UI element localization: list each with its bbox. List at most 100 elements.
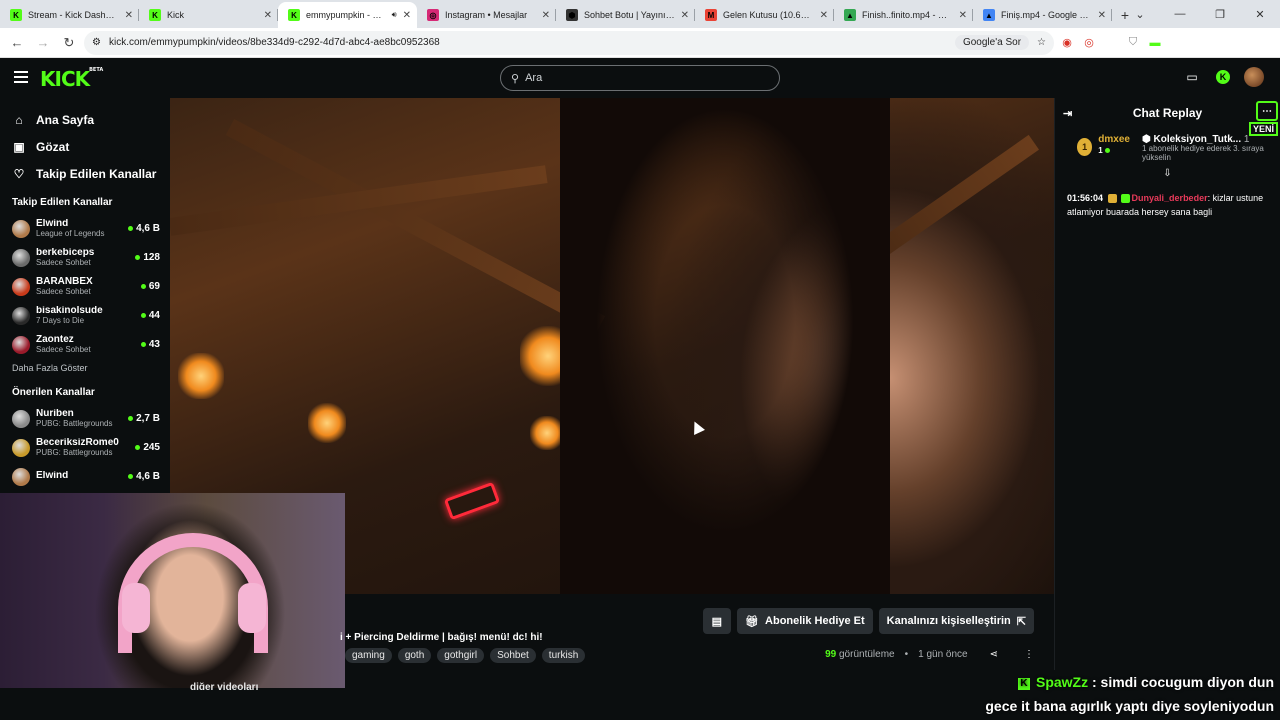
share-icon[interactable]: ⋖ [990, 649, 998, 660]
browser-tab[interactable]: K Stream - Kick Dashboard ✕ [0, 2, 139, 28]
collapse-chat-icon[interactable]: ⇥ [1063, 107, 1072, 120]
video-tag[interactable]: gaming [345, 648, 392, 663]
channel-name: Elwind [36, 471, 69, 482]
live-dot-icon [135, 445, 141, 450]
browser-tab[interactable]: ⬢ Sohbet Botu | Yayınını gü ✕ [556, 2, 695, 28]
tab-favicon-icon: K [288, 9, 300, 21]
view-count: 99 görüntüleme [825, 649, 895, 660]
dot-separator: • [904, 649, 909, 660]
tab-search-icon[interactable]: ⌄ [1120, 0, 1160, 28]
tab-title: Sohbet Botu | Yayınını gü [584, 10, 675, 20]
channel-item[interactable]: Elwind League of Legends 4,6 B [0, 214, 170, 243]
tab-favicon-icon: ⬢ [566, 9, 578, 21]
address-bar[interactable]: ⚙ kick.com/emmypumpkin/videos/8be334d9-c… [84, 30, 1054, 55]
tab-favicon-icon: ◎ [427, 9, 439, 21]
maximize-button[interactable]: ❐ [1200, 0, 1240, 28]
close-tab-icon[interactable]: ✕ [264, 10, 272, 21]
kick-coin-icon[interactable]: K [1216, 70, 1230, 84]
minimize-button[interactable]: — [1160, 0, 1200, 28]
video-tag[interactable]: turkish [541, 648, 586, 663]
channel-item[interactable]: Elwind 4,6 B [0, 462, 170, 491]
live-dot-icon [140, 284, 146, 289]
channel-item[interactable]: bisakinolsude 7 Days to Die 44 [0, 301, 170, 330]
ask-google-button[interactable]: Google'a Sor [954, 35, 1030, 50]
close-tab-icon[interactable]: ✕ [681, 10, 689, 21]
viewer-count: 4,6 B [128, 223, 160, 234]
headset-cup [238, 583, 266, 633]
browser-tab[interactable]: ◎ Instagram • Mesajlar ✕ [417, 2, 556, 28]
menu-icon[interactable] [14, 71, 28, 86]
close-tab-icon[interactable]: ✕ [542, 10, 550, 21]
pinned-toggle-icon[interactable]: ⇩ [1055, 168, 1280, 182]
sidebar-item-label: Ana Sayfa [36, 112, 95, 127]
video-title: i + Piercing Deldirme | bağış! menü! dc!… [340, 632, 543, 643]
heart-icon: ♡ [13, 166, 25, 181]
url-text[interactable]: kick.com/emmypumpkin/videos/8be334d9-c29… [109, 37, 947, 48]
channel-item[interactable]: BARANBEX Sadece Sohbet 69 [0, 272, 170, 301]
show-more-link[interactable]: Daha Fazla Göster [0, 359, 170, 377]
message-username[interactable]: Dunyali_derbeder [1132, 193, 1208, 203]
back-icon[interactable]: ← [6, 32, 28, 54]
puzzle-icon[interactable]: ⧉ [1168, 34, 1186, 52]
close-tab-icon[interactable]: ✕ [403, 10, 411, 21]
chat-menu-button[interactable]: ⋯ [1256, 101, 1278, 121]
tab-favicon-icon: K [149, 9, 161, 21]
site-info-icon[interactable]: ⚙ [92, 37, 101, 48]
avatar[interactable] [1244, 67, 1264, 87]
media-icon[interactable]: ≡ [1190, 34, 1208, 52]
audio-playing-icon[interactable]: 🔊︎ [392, 10, 397, 20]
browser-tab[interactable]: ▲ Finiş.mp4 - Google Drive ✕ [973, 2, 1112, 28]
tab-title: Instagram • Mesajlar [445, 10, 528, 20]
reload-icon[interactable]: ↻ [58, 32, 80, 54]
channel-item[interactable]: Zaontez Sadece Sohbet 43 [0, 330, 170, 359]
kick-logo[interactable]: KICKBETA [40, 67, 103, 91]
library-icon[interactable]: ▭ [1182, 67, 1202, 87]
sidebar-item-home[interactable]: ⌂ Ana Sayfa [0, 106, 170, 133]
video-tag[interactable]: goth [397, 648, 432, 663]
forward-icon[interactable]: → [32, 32, 54, 54]
close-tab-icon[interactable]: ✕ [125, 10, 133, 21]
channel-avatar [12, 248, 30, 267]
home-icon: ⌂ [15, 112, 23, 127]
video-tag[interactable]: gothgirl [437, 648, 485, 663]
shield-icon[interactable]: ⛉ [1124, 34, 1142, 52]
channel-name: Nuriben [36, 409, 74, 420]
theater-mode-button[interactable]: ▤ [702, 608, 732, 634]
browser-tab[interactable]: M Gelen Kutusu (10.618) - g ✕ [695, 2, 834, 28]
close-tab-icon[interactable]: ✕ [959, 10, 967, 21]
search-input[interactable]: ⚲ Ara [500, 65, 780, 91]
profile-icon[interactable]: ● [1212, 34, 1230, 52]
gift-icon: 🎁︎ [745, 615, 760, 628]
gift-leader[interactable]: dmxee 1 [1098, 134, 1130, 156]
extension-icon[interactable]: ▣ [1102, 34, 1120, 52]
viewer-count: 69 [140, 281, 160, 292]
extension-icon[interactable]: ◎ [1080, 34, 1098, 52]
followed-channels-title: Takip Edilen Kanallar [12, 197, 113, 208]
sidebar-item-heart[interactable]: ♡ Takip Edilen Kanallar [0, 160, 170, 187]
browser-tab[interactable]: K Kick ✕ [139, 2, 278, 28]
channel-item[interactable]: BeceriksizRome0 PUBG: Battlegrounds 245 [0, 433, 170, 462]
extension-icon[interactable]: ▬ [1146, 34, 1164, 52]
external-link-icon: ⇱ [1016, 615, 1026, 628]
extension-icon[interactable]: ◉ [1058, 34, 1076, 52]
more-options-icon[interactable]: ⋮ [1024, 649, 1034, 660]
lantern [530, 416, 564, 450]
more-menu-icon[interactable]: ⋮ [1234, 34, 1252, 52]
video-tag[interactable]: Sohbet [490, 648, 536, 663]
gift-subscription-button[interactable]: 🎁︎ Abonelik Hediye Et [737, 608, 873, 634]
channel-item[interactable]: Nuriben PUBG: Battlegrounds 2,7 B [0, 404, 170, 433]
channel-item[interactable]: berkebiceps Sadece Sohbet 128 [0, 243, 170, 272]
browser-tab[interactable]: ▲ Finish..finito.mp4 - Goog ✕ [834, 2, 973, 28]
bookmark-star-icon[interactable]: ☆ [1037, 37, 1046, 48]
sidebar-item-browse[interactable]: ▣ Gözat [0, 133, 170, 160]
tab-favicon-icon: ▲ [983, 9, 995, 21]
close-tab-icon[interactable]: ✕ [820, 10, 828, 21]
close-window-button[interactable]: ✕ [1240, 0, 1280, 28]
viewer-count-value: 245 [143, 442, 160, 453]
browser-tab[interactable]: Kemmypumpkin - Wat 🔊︎ ✕ [278, 2, 417, 28]
close-tab-icon[interactable]: ✕ [1098, 10, 1106, 21]
customize-channel-button[interactable]: Kanalınızı kişiselleştirin ⇱ [878, 608, 1034, 634]
viewer-count-value: 2,7 B [136, 413, 160, 424]
gift-leaderboard: 1 dmxee 1 ⬢ Koleksiyon_Tutk... 1 1 abone… [1055, 128, 1280, 168]
headset-cup [122, 583, 150, 633]
